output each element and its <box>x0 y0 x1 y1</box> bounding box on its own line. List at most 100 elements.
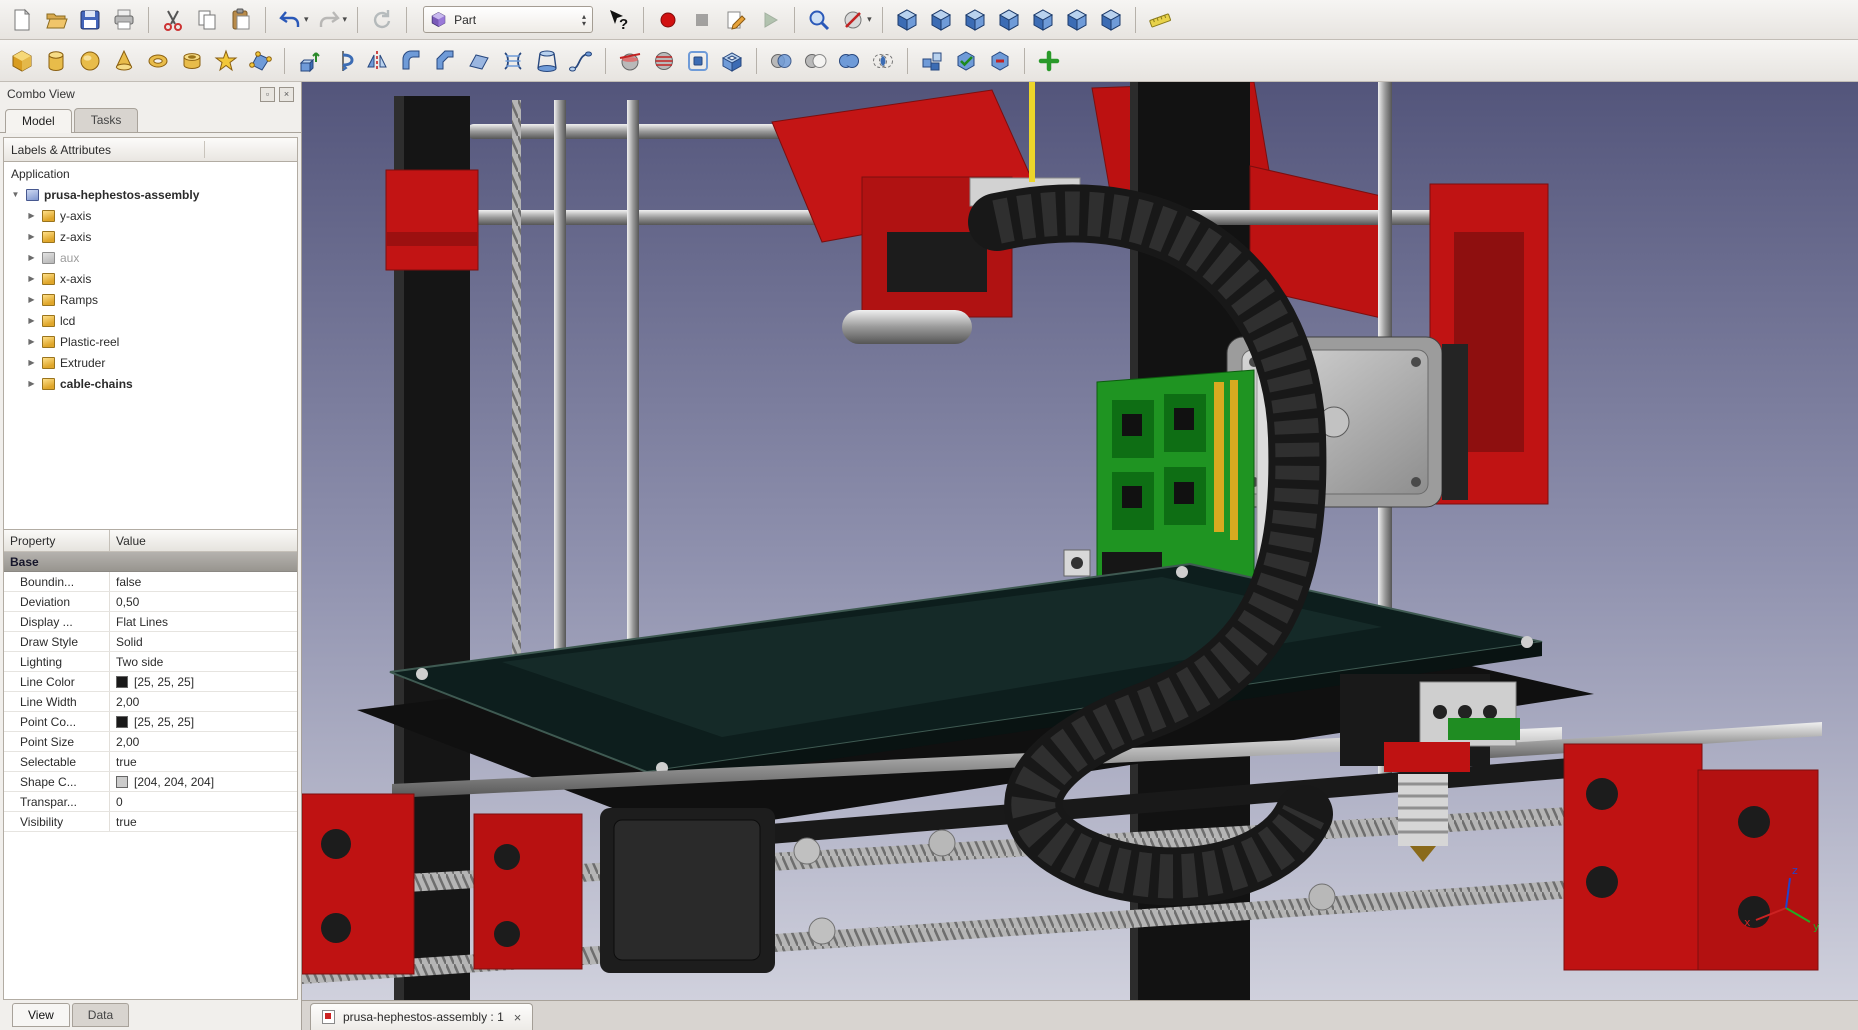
view-axonometric-button[interactable] <box>891 4 923 36</box>
part-sphere-button[interactable] <box>74 45 106 77</box>
copy-button[interactable] <box>191 4 223 36</box>
undo-dropdown[interactable]: ▾ <box>304 14 309 25</box>
tab-model[interactable]: Model <box>5 109 72 133</box>
view-front-button[interactable] <box>925 4 957 36</box>
property-row-visibility[interactable]: Visibilitytrue <box>4 812 297 832</box>
part-cut-button[interactable] <box>799 45 831 77</box>
new-document-button[interactable] <box>6 4 38 36</box>
part-loft-button[interactable] <box>531 45 563 77</box>
property-value[interactable]: 2,00 <box>110 692 297 711</box>
part-make-face-button[interactable] <box>463 45 495 77</box>
part-box-button[interactable] <box>6 45 38 77</box>
view-left-button[interactable] <box>1095 4 1127 36</box>
refresh-button[interactable] <box>366 4 398 36</box>
property-row-display[interactable]: Display ...Flat Lines <box>4 612 297 632</box>
property-row-line-width[interactable]: Line Width2,00 <box>4 692 297 712</box>
part-offset-button[interactable] <box>682 45 714 77</box>
tree-expander-icon[interactable]: ▼ <box>10 190 21 199</box>
part-fillet-button[interactable] <box>395 45 427 77</box>
view-rear-button[interactable] <box>1027 4 1059 36</box>
draw-style-dropdown[interactable]: ▾ <box>867 14 872 25</box>
tree-item-Ramps[interactable]: ▶Ramps <box>4 289 297 310</box>
tree-expander-icon[interactable]: ▶ <box>26 253 37 262</box>
redo-button[interactable] <box>313 4 345 36</box>
workbench-selector[interactable]: Part ▴ ▾ <box>423 6 593 33</box>
paste-button[interactable] <box>225 4 257 36</box>
tree-item-Plastic-reel[interactable]: ▶Plastic-reel <box>4 331 297 352</box>
viewport-3d[interactable]: x y z <box>302 82 1858 1000</box>
cut-button[interactable] <box>157 4 189 36</box>
measure-distance-button[interactable] <box>1144 4 1176 36</box>
part-sweep-button[interactable] <box>565 45 597 77</box>
part-primitives-button[interactable] <box>210 45 242 77</box>
property-row-draw-style[interactable]: Draw StyleSolid <box>4 632 297 652</box>
part-defeaturing-button[interactable] <box>984 45 1016 77</box>
property-value[interactable]: false <box>110 572 297 591</box>
tree-item-Extruder[interactable]: ▶Extruder <box>4 352 297 373</box>
property-value[interactable]: 0,50 <box>110 592 297 611</box>
part-cross-sections-button[interactable] <box>648 45 680 77</box>
tree-root-application[interactable]: Application <box>4 164 297 184</box>
document-tab-close-button[interactable]: × <box>514 1010 522 1025</box>
tree-expander-icon[interactable]: ▶ <box>26 232 37 241</box>
tree-item-aux[interactable]: ▶aux <box>4 247 297 268</box>
property-value[interactable]: Flat Lines <box>110 612 297 631</box>
property-row-selectable[interactable]: Selectabletrue <box>4 752 297 772</box>
save-button[interactable] <box>74 4 106 36</box>
property-value[interactable]: 0 <box>110 792 297 811</box>
part-ruled-surface-button[interactable] <box>497 45 529 77</box>
model-tree[interactable]: Application ▼prusa-hephestos-assembly▶y-… <box>3 162 298 530</box>
whats-this-button[interactable] <box>603 4 635 36</box>
property-row-shape-c[interactable]: Shape C...[204, 204, 204] <box>4 772 297 792</box>
workbench-selector-spinner[interactable]: ▴ ▾ <box>582 13 586 27</box>
tree-item-x-axis[interactable]: ▶x-axis <box>4 268 297 289</box>
tree-expander-icon[interactable]: ▶ <box>26 316 37 325</box>
part-cylinder-button[interactable] <box>40 45 72 77</box>
undo-button[interactable] <box>274 4 306 36</box>
tree-expander-icon[interactable]: ▶ <box>26 379 37 388</box>
property-value[interactable]: true <box>110 812 297 831</box>
part-thickness-button[interactable] <box>716 45 748 77</box>
property-row-boundin[interactable]: Boundin...false <box>4 572 297 592</box>
macro-stop-button[interactable] <box>686 4 718 36</box>
part-shape-builder-button[interactable] <box>244 45 276 77</box>
property-row-point-co[interactable]: Point Co...[25, 25, 25] <box>4 712 297 732</box>
property-row-lighting[interactable]: LightingTwo side <box>4 652 297 672</box>
draw-style-button[interactable] <box>837 4 869 36</box>
combo-view-titlebar[interactable]: Combo View ▫ × <box>0 82 301 106</box>
property-row-deviation[interactable]: Deviation0,50 <box>4 592 297 612</box>
part-chamfer-button[interactable] <box>429 45 461 77</box>
fit-all-button[interactable] <box>803 4 835 36</box>
part-mirror-button[interactable] <box>361 45 393 77</box>
property-value[interactable]: true <box>110 752 297 771</box>
macro-edit-button[interactable] <box>720 4 752 36</box>
part-compound-button[interactable] <box>916 45 948 77</box>
part-add-primitive-button[interactable] <box>1033 45 1065 77</box>
panel-close-button[interactable]: × <box>279 87 294 102</box>
view-top-button[interactable] <box>959 4 991 36</box>
part-cone-button[interactable] <box>108 45 140 77</box>
part-intersection-button[interactable] <box>867 45 899 77</box>
part-section-button[interactable] <box>614 45 646 77</box>
tab-data[interactable]: Data <box>72 1003 129 1027</box>
part-torus-button[interactable] <box>142 45 174 77</box>
property-group-base[interactable]: Base <box>4 552 297 572</box>
part-revolve-button[interactable] <box>327 45 359 77</box>
tree-item-z-axis[interactable]: ▶z-axis <box>4 226 297 247</box>
part-union-button[interactable] <box>833 45 865 77</box>
property-value[interactable]: Solid <box>110 632 297 651</box>
view-bottom-button[interactable] <box>1061 4 1093 36</box>
part-check-geometry-button[interactable] <box>950 45 982 77</box>
print-button[interactable] <box>108 4 140 36</box>
tree-expander-icon[interactable]: ▶ <box>26 337 37 346</box>
tree-item-cable-chains[interactable]: ▶cable-chains <box>4 373 297 394</box>
tab-view[interactable]: View <box>12 1003 70 1027</box>
property-row-point-size[interactable]: Point Size2,00 <box>4 732 297 752</box>
macro-play-button[interactable] <box>754 4 786 36</box>
tree-expander-icon[interactable]: ▶ <box>26 274 37 283</box>
tree-expander-icon[interactable]: ▶ <box>26 211 37 220</box>
macro-record-button[interactable] <box>652 4 684 36</box>
tree-item-prusa-hephestos-assembly[interactable]: ▼prusa-hephestos-assembly <box>4 184 297 205</box>
part-boolean-button[interactable] <box>765 45 797 77</box>
column-property[interactable]: Property <box>4 530 110 551</box>
